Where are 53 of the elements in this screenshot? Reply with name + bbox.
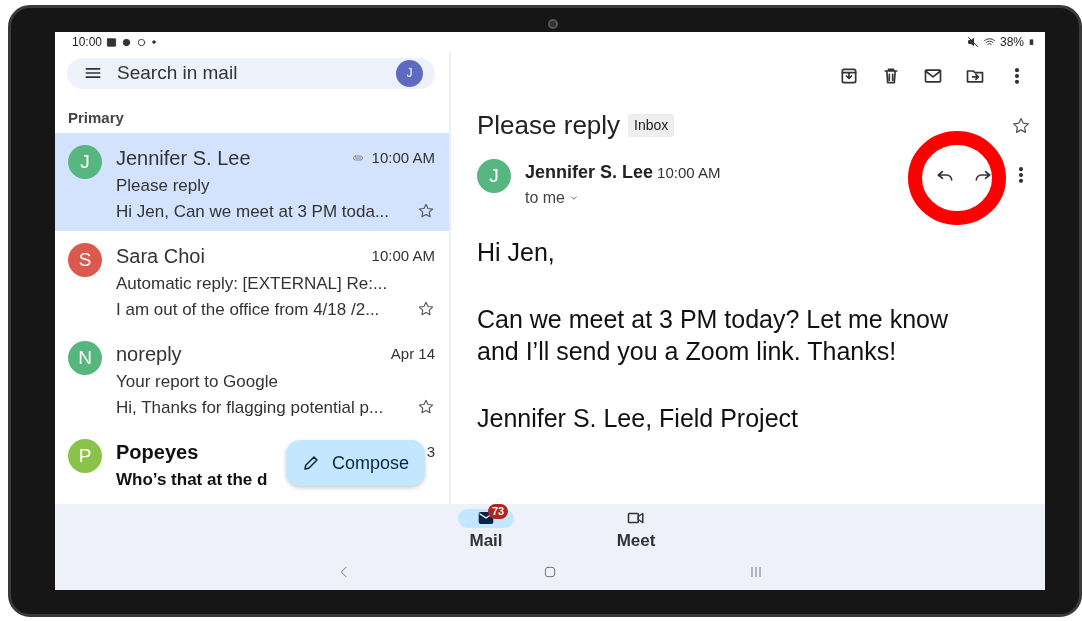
sender-name: Sara Choi (116, 244, 205, 269)
sender-name: noreply (116, 342, 182, 367)
email-subject: Automatic reply: [EXTERNAL] Re:... (116, 274, 388, 293)
email-time: 3 (426, 441, 435, 462)
message-time: 10:00 AM (657, 163, 721, 184)
section-title: Primary (68, 107, 125, 128)
star-icon[interactable] (1011, 115, 1031, 136)
message-paragraph: Can we meet at 3 PM today? Let me know and I’ll send you a Zoom link. Thanks! (477, 303, 950, 368)
avatar: S (68, 243, 102, 277)
nav-tab-label: Meet (616, 529, 656, 552)
email-row[interactable]: S Sara Choi 10:00 AM Automatic reply: [EXTERNAL] Re:... I am out of the office from 4/18 /2... (55, 231, 449, 329)
email-time: 10:00 AM (371, 147, 435, 168)
sender-name: Popeyes (116, 440, 199, 465)
email-row[interactable]: N noreply Apr 14 Your report to Google Hi, Thanks for flagging potential p... (55, 329, 449, 427)
search-field[interactable]: Search in mail J (67, 58, 435, 89)
user-avatar[interactable]: J (396, 59, 423, 87)
avatar: J (68, 145, 102, 179)
battery-icon (1028, 36, 1035, 48)
message-subject: Please reply (477, 110, 621, 142)
avatar: P (68, 439, 102, 473)
avatar: N (68, 341, 102, 375)
recipient-text: to me (525, 188, 565, 209)
compose-button[interactable]: Compose (286, 440, 426, 486)
pencil-icon (302, 454, 320, 472)
nav-tab[interactable]: 73 Mail (441, 504, 531, 554)
email-subject: Your report to Google (116, 372, 278, 391)
unread-count-badge: 73 (488, 504, 509, 519)
email-subject: Please reply (116, 176, 210, 195)
mute-icon (966, 36, 979, 48)
email-row[interactable]: J Jennifer S. Lee 10:00 AM Please reply Hi Jen, Can we meet at 3 PM toda... (55, 133, 449, 231)
email-time: Apr 14 (390, 343, 435, 364)
email-time: 10:00 AM (371, 245, 435, 266)
message-paragraph: Hi Jen, (477, 237, 556, 269)
dot-icon (151, 39, 158, 45)
sender-name: Jennifer S. Lee (116, 146, 251, 171)
home-icon[interactable] (542, 564, 558, 580)
sender-name: Jennifer S. Lee (525, 161, 654, 185)
email-snippet: I am out of the office from 4/18 /2... (116, 298, 380, 321)
battery-percent: 38% (999, 34, 1024, 51)
wifi-icon (982, 36, 996, 48)
archive-icon[interactable] (839, 66, 859, 86)
avatar: J (477, 159, 511, 194)
camera-icon (548, 19, 558, 29)
email-subject: Who’s that at the d (116, 470, 268, 489)
message-paragraph: Jennifer S. Lee, Field Project (477, 402, 799, 434)
nav-tab-label: Mail (469, 529, 503, 552)
email-row[interactable]: P Popeyes 3 Who’s that at the d Compose (55, 427, 449, 504)
email-snippet: Hi, Thanks for flagging potential p... (116, 396, 384, 419)
email-snippet: Hi Jen, Can we meet at 3 PM toda... (116, 200, 390, 223)
envelope-icon[interactable] (923, 66, 943, 86)
inbox-label: Inbox (628, 114, 675, 138)
nav-tab[interactable]: Meet (591, 504, 681, 554)
clock-time: 10:00 (72, 34, 103, 51)
